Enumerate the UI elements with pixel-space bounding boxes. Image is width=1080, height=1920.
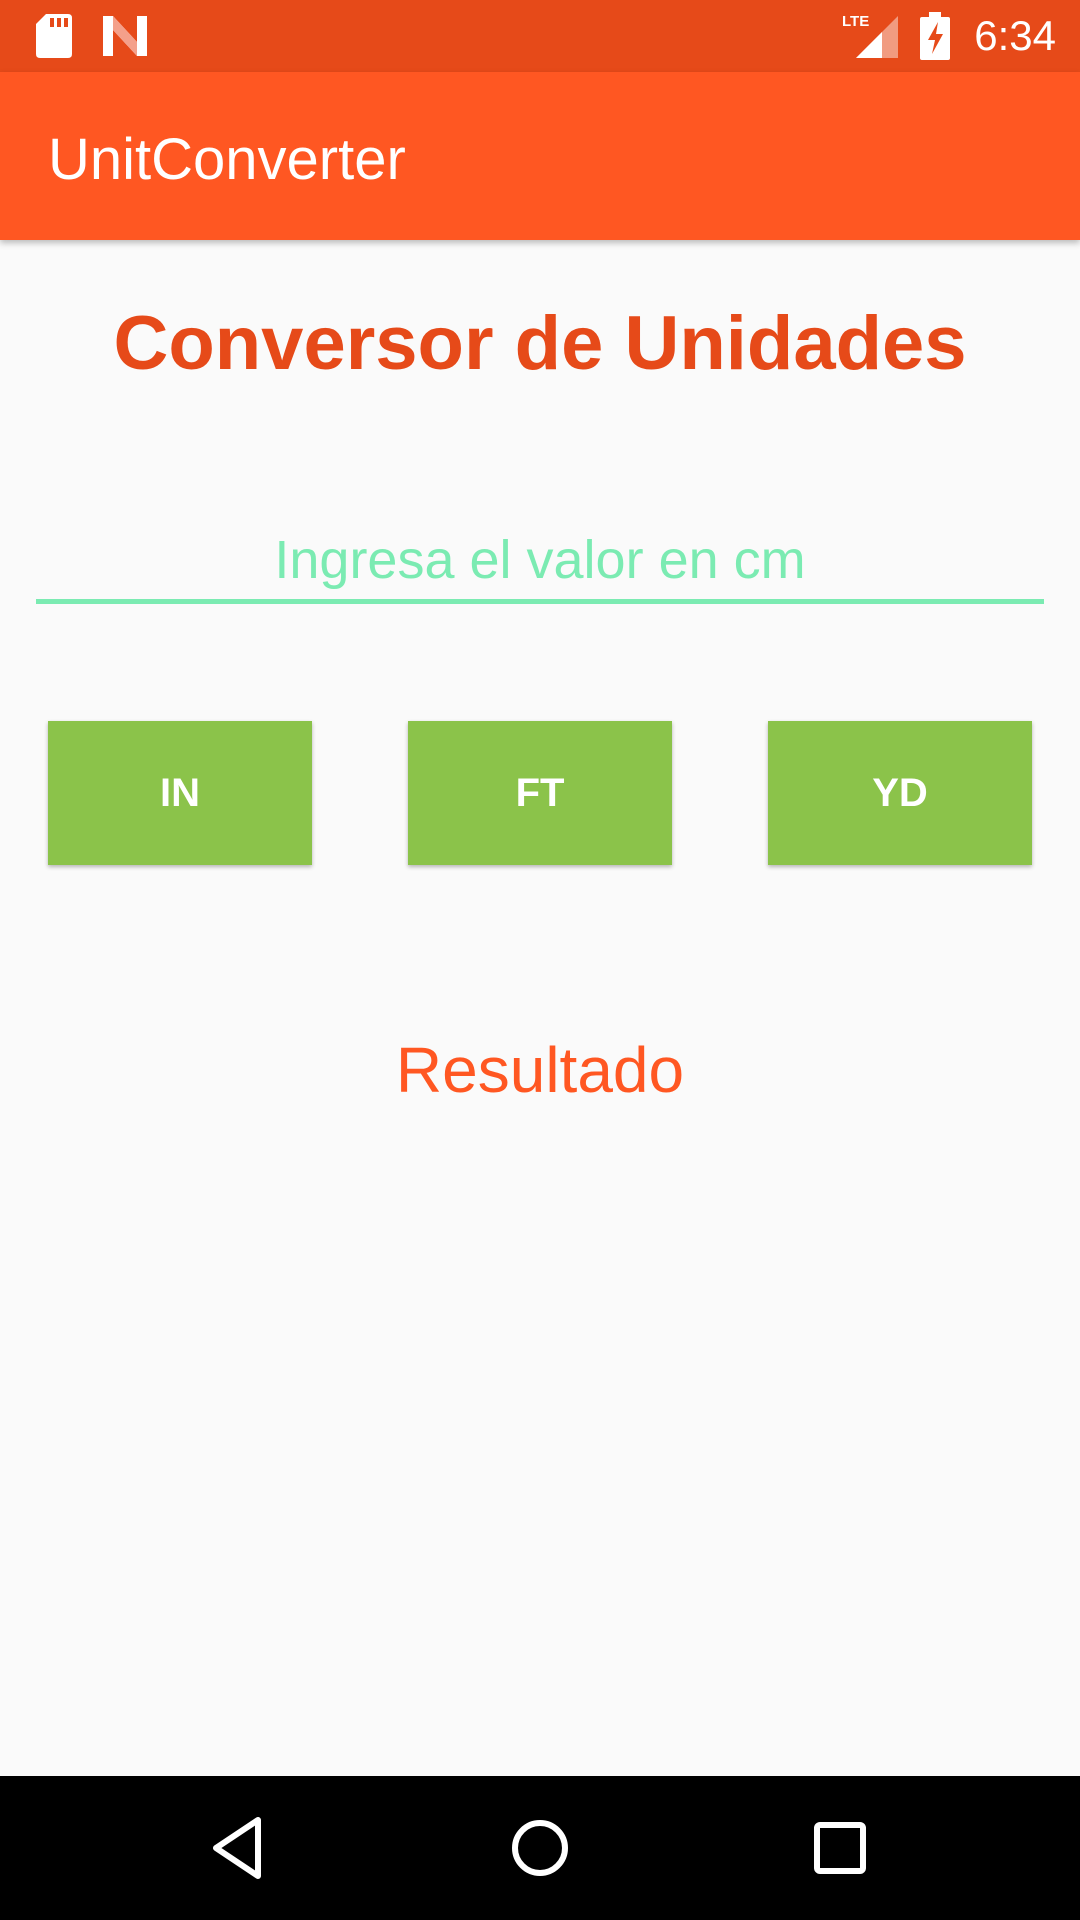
- result-text: Resultado: [395, 1034, 685, 1106]
- app-title: UnitConverter: [48, 127, 406, 192]
- back-icon[interactable]: [204, 1812, 276, 1884]
- convert-feet-button[interactable]: FT: [408, 721, 672, 865]
- status-clock: 6:34: [974, 12, 1056, 59]
- lte-signal-icon: LTE: [842, 13, 898, 58]
- cm-value-input[interactable]: [36, 520, 1044, 604]
- status-bar: LTE 6:34: [0, 0, 1080, 72]
- home-icon[interactable]: [504, 1812, 576, 1884]
- n-notification-icon: [103, 16, 147, 56]
- network-label: LTE: [842, 13, 869, 30]
- main-content: Conversor de Unidades IN FT YD Resultado: [0, 240, 1080, 1776]
- convert-yards-button[interactable]: YD: [768, 721, 1032, 865]
- page-title: Conversor de Unidades: [113, 301, 967, 386]
- app-bar: UnitConverter: [0, 72, 1080, 240]
- sd-card-icon: [36, 14, 72, 58]
- battery-charging-icon: [920, 12, 950, 60]
- recents-icon[interactable]: [804, 1812, 876, 1884]
- navigation-bar: [0, 1776, 1080, 1920]
- convert-inches-button[interactable]: IN: [48, 721, 312, 865]
